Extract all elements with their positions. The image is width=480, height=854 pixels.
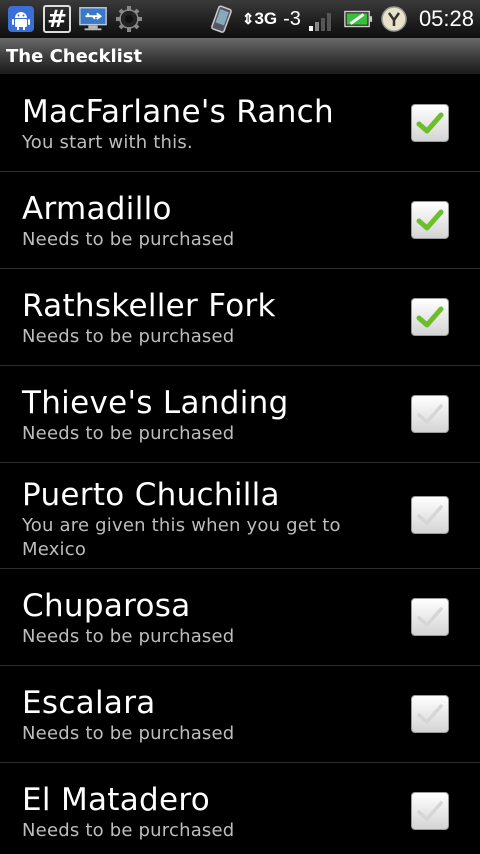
item-title: Escalara <box>22 685 156 721</box>
list-item[interactable]: Chuparosa Needs to be purchased <box>0 569 480 666</box>
item-subtitle: Needs to be purchased <box>22 723 235 744</box>
android-icon <box>6 4 36 34</box>
list-item[interactable]: Escalara Needs to be purchased <box>0 666 480 763</box>
list-item[interactable]: Puerto Chuchilla You are given this when… <box>0 463 480 569</box>
list-item[interactable]: Armadillo Needs to be purchased <box>0 172 480 269</box>
battery-icon <box>343 4 373 34</box>
phone-icon <box>206 4 236 34</box>
network-label: 3G <box>254 9 278 28</box>
list-item[interactable]: MacFarlane's Ranch You start with this. <box>0 75 480 172</box>
item-title: Thieve's Landing <box>22 385 289 421</box>
hash-icon: # <box>42 4 72 34</box>
item-title: MacFarlane's Ranch <box>22 94 334 130</box>
checklist: MacFarlane's Ranch You start with this. … <box>0 75 480 853</box>
checkmark-empty-icon <box>417 704 443 724</box>
item-title: Armadillo <box>22 191 172 227</box>
checkmark-empty-icon <box>417 801 443 821</box>
item-subtitle: Needs to be purchased <box>22 820 235 841</box>
checkbox[interactable] <box>411 201 449 239</box>
gear-icon <box>114 4 144 34</box>
list-item[interactable]: Rathskeller Fork Needs to be purchased <box>0 269 480 366</box>
item-title: Puerto Chuchilla <box>22 477 280 513</box>
list-item[interactable]: El Matadero Needs to be purchased <box>0 763 480 853</box>
item-title: El Matadero <box>22 782 211 818</box>
item-subtitle: Needs to be purchased <box>22 423 235 444</box>
checkbox[interactable] <box>411 695 449 733</box>
item-subtitle: You start with this. <box>22 132 193 153</box>
item-title: Rathskeller Fork <box>22 288 276 324</box>
checkmark-icon <box>416 306 444 328</box>
checkmark-empty-icon <box>417 404 443 424</box>
checkbox[interactable] <box>411 104 449 142</box>
page-title: The Checklist <box>6 46 143 67</box>
title-bar: The Checklist <box>0 38 480 75</box>
signal-icon <box>307 4 337 34</box>
usb-icon <box>78 4 108 34</box>
item-title: Chuparosa <box>22 588 191 624</box>
checkbox[interactable] <box>411 298 449 336</box>
clock-icon <box>379 4 409 34</box>
checkbox[interactable] <box>411 598 449 636</box>
item-subtitle: You are given this when you get to Mexic… <box>22 515 341 560</box>
status-bar: # ⇕ 3G -3 05:28 <box>0 0 480 38</box>
checkbox[interactable] <box>411 395 449 433</box>
data-arrows-icon: ⇕ <box>241 11 255 28</box>
item-subtitle: Needs to be purchased <box>22 229 235 250</box>
list-item[interactable]: Thieve's Landing Needs to be purchased <box>0 366 480 463</box>
status-time: 05:28 <box>418 6 474 31</box>
checkmark-empty-icon <box>417 607 443 627</box>
item-subtitle: Needs to be purchased <box>22 326 235 347</box>
checkbox[interactable] <box>411 496 449 534</box>
network-type: ⇕ 3G <box>242 9 277 29</box>
checkbox[interactable] <box>411 792 449 830</box>
checkmark-icon <box>416 209 444 231</box>
checkmark-empty-icon <box>417 505 443 525</box>
item-subtitle: Needs to be purchased <box>22 626 235 647</box>
signal-value: -3 <box>283 7 301 30</box>
checkmark-icon <box>416 112 444 134</box>
